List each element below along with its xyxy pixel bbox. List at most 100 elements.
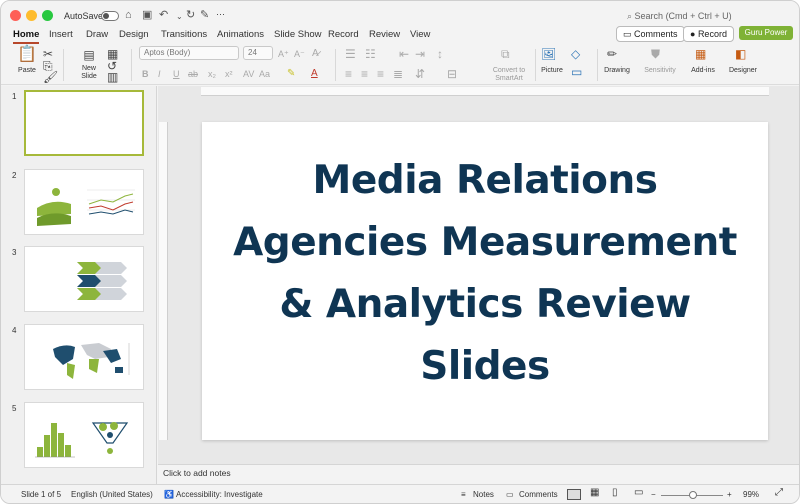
more-icon[interactable]: ··· [216, 9, 225, 19]
close-window-button[interactable] [10, 10, 21, 21]
tab-transitions[interactable]: Transitions [161, 28, 207, 44]
decrease-font-icon[interactable]: A⁻ [294, 47, 305, 61]
shapes-icon[interactable]: ◇ [571, 47, 580, 61]
slide-thumbnail-5[interactable] [24, 402, 144, 468]
numbering-icon[interactable]: ☷ [365, 47, 376, 61]
slide-3-preview [77, 262, 127, 300]
notes-toggle[interactable]: Notes [473, 490, 494, 500]
subscript-icon[interactable]: x₂ [208, 67, 216, 81]
slide-thumbnail-1[interactable] [24, 90, 144, 156]
tab-record[interactable]: Record [328, 28, 359, 44]
slide-number: 3 [12, 248, 17, 257]
slide-title[interactable]: Media Relations Agencies Measurement & A… [212, 150, 758, 398]
zoom-in-icon[interactable]: + [727, 490, 732, 500]
highlight-icon[interactable]: ✎ [287, 67, 295, 81]
tab-view[interactable]: View [410, 28, 430, 44]
text-direction-icon[interactable]: ⇵ [415, 67, 425, 81]
tab-slide-show[interactable]: Slide Show [274, 28, 322, 44]
sensitivity-icon[interactable]: ⛊ [651, 47, 660, 61]
record-button[interactable]: ● Record [683, 26, 734, 42]
vertical-ruler [159, 122, 168, 440]
font-color-icon[interactable]: A [311, 67, 318, 81]
format-painter-icon[interactable]: 🖌 [43, 70, 58, 84]
slide-2-preview [37, 188, 135, 226]
notes-placeholder[interactable]: Click to add notes [158, 464, 799, 483]
align-center-icon[interactable]: ≡ [361, 67, 368, 81]
slide-title-line: Agencies Measurement [233, 220, 737, 265]
slide-thumbnail-3[interactable] [24, 246, 144, 312]
zoom-window-button[interactable] [42, 10, 53, 21]
justify-icon[interactable]: ≣ [393, 67, 403, 81]
change-case-icon[interactable]: Aa [259, 67, 270, 81]
tab-insert[interactable]: Insert [49, 28, 73, 44]
undo-icon[interactable]: ↶ [159, 9, 168, 21]
tab-animations[interactable]: Animations [217, 28, 264, 44]
format-painter-icon[interactable]: ✎ [200, 9, 209, 21]
slide-sorter-icon[interactable]: ▦ [590, 488, 599, 498]
tab-draw[interactable]: Draw [86, 28, 108, 44]
add-ins-icon[interactable]: ▦ [695, 47, 706, 61]
designer-icon[interactable]: ◧ [735, 47, 746, 61]
align-right-icon[interactable]: ≡ [377, 67, 384, 81]
strikethrough-icon[interactable]: ab [188, 67, 198, 81]
italic-icon[interactable]: I [158, 67, 161, 81]
comments-toggle[interactable]: Comments [519, 490, 558, 500]
decrease-indent-icon[interactable]: ⇤ [399, 47, 409, 61]
bold-icon[interactable]: B [142, 67, 149, 81]
zoom-level[interactable]: 99% [743, 490, 759, 500]
section-icon[interactable]: ▥ [107, 70, 118, 84]
fit-slide-icon[interactable]: ⤢ [775, 488, 783, 498]
slide-thumbnail-4[interactable] [24, 324, 144, 390]
picture-icon[interactable]: 🖼 [541, 47, 556, 61]
redo-icon[interactable]: ↻ [186, 9, 195, 21]
font-name-dropdown[interactable]: Aptos (Body) [139, 46, 239, 60]
tab-home[interactable]: Home [13, 28, 40, 44]
zoom-out-icon[interactable]: − [651, 490, 656, 500]
save-icon[interactable]: ▣ [142, 9, 152, 21]
tab-design[interactable]: Design [119, 28, 149, 44]
ribbon-tabs: Home Insert Draw Design Transitions Anim… [1, 25, 799, 45]
font-size-dropdown[interactable]: 24 [243, 46, 273, 60]
slideshow-icon[interactable]: ▭ [634, 488, 643, 498]
guru-power-button[interactable]: Guru Power [739, 26, 793, 40]
accessibility-status[interactable]: Accessibility: Investigate [176, 490, 263, 500]
smartart-icon[interactable]: ⧉ [501, 47, 510, 61]
comments-button[interactable]: ▭ Comments [616, 26, 685, 42]
slide-thumbnail-2[interactable] [24, 169, 144, 235]
convert-smartart-label: Convert to SmartArt [492, 67, 526, 82]
increase-font-icon[interactable]: A⁺ [278, 47, 289, 61]
paste-icon[interactable]: 📋 [17, 47, 37, 63]
powerpoint-window: AutoSave ⌂ ▣ ↶ ⌄ ↻ ✎ ··· ⌕ Search (Cmd +… [0, 0, 800, 504]
tab-review[interactable]: Review [369, 28, 400, 44]
line-spacing-icon[interactable]: ↕ [437, 47, 443, 61]
language-status[interactable]: English (United States) [71, 490, 153, 500]
drawing-icon[interactable]: ✏ [607, 47, 617, 61]
superscript-icon[interactable]: x² [225, 67, 233, 81]
align-left-icon[interactable]: ≡ [345, 67, 352, 81]
bullets-icon[interactable]: ☰ [345, 47, 356, 61]
ribbon-divider [63, 49, 64, 81]
new-slide-label: New Slide [81, 65, 97, 80]
sensitivity-label: Sensitivity [644, 67, 676, 74]
increase-indent-icon[interactable]: ⇥ [415, 47, 425, 61]
reading-view-icon[interactable]: ▯ [612, 488, 618, 498]
slide-title-line: & Analytics Review [279, 282, 691, 327]
new-slide-icon[interactable]: ▤ [79, 48, 99, 62]
add-ins-label: Add-ins [691, 67, 715, 74]
clear-format-icon[interactable]: A̷ [312, 47, 319, 61]
home-icon[interactable]: ⌂ [125, 9, 132, 21]
current-slide[interactable]: Media Relations Agencies Measurement & A… [202, 122, 768, 440]
align-text-icon[interactable]: ⊟ [447, 67, 457, 81]
search-box[interactable]: ⌕ Search (Cmd + Ctrl + U) [621, 8, 791, 24]
minimize-window-button[interactable] [26, 10, 37, 21]
autosave-toggle[interactable] [101, 11, 119, 21]
ribbon-divider [597, 49, 598, 81]
normal-view-icon[interactable] [567, 489, 581, 500]
slide-5-preview [35, 422, 129, 458]
textbox-icon[interactable]: ▭ [571, 65, 582, 79]
char-spacing-icon[interactable]: AV [243, 67, 254, 81]
zoom-slider-handle[interactable] [689, 491, 697, 499]
chevron-down-icon[interactable]: ⌄ [176, 11, 183, 23]
designer-label: Designer [728, 67, 757, 74]
underline-icon[interactable]: U [173, 67, 180, 81]
